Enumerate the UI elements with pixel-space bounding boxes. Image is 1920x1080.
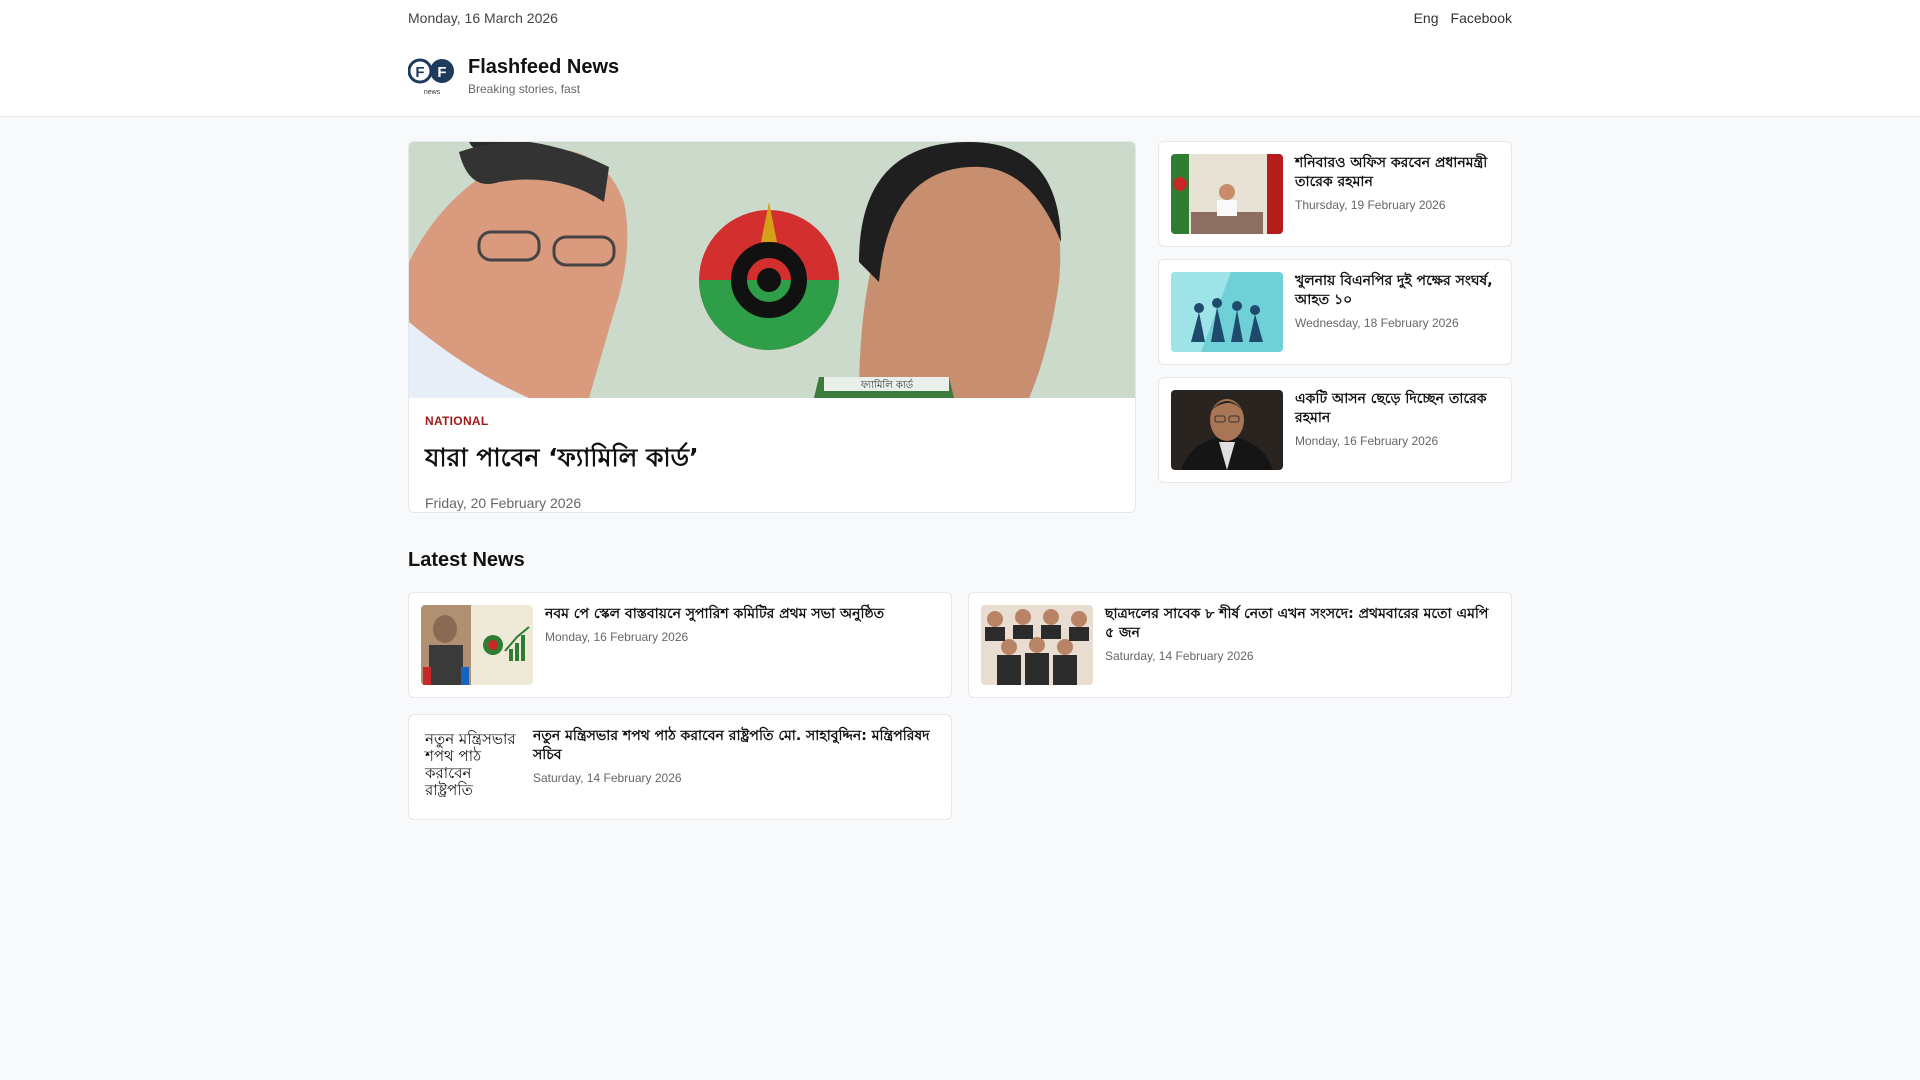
top-bar: Monday, 16 March 2026 Eng Facebook — [408, 0, 1512, 36]
story-thumbnail[interactable] — [1171, 272, 1283, 352]
svg-text:F: F — [415, 64, 424, 81]
site-tagline: Breaking stories, fast — [468, 82, 581, 96]
story-title[interactable]: একটি আসন ছেড়ে দিচ্ছেন তারেক রহমান — [1295, 390, 1499, 428]
top-links: Eng Facebook — [1414, 10, 1512, 26]
story-thumbnail[interactable] — [1171, 154, 1283, 234]
site-logo[interactable]: F F news — [408, 56, 456, 96]
hero-category[interactable]: NATIONAL — [425, 414, 1119, 428]
story-title[interactable]: নবম পে স্কেল বাস্তবায়নে সুপারিশ কমিটির … — [545, 605, 884, 624]
svg-text:ফ্যামিলি কার্ড: ফ্যামিলি কার্ড — [860, 379, 914, 391]
latest-news-heading: Latest News — [408, 549, 525, 571]
facebook-link[interactable]: Facebook — [1451, 10, 1512, 26]
story-title[interactable]: নতুন মন্ত্রিসভার শপথ পাঠ করাবেন রাষ্ট্রপ… — [533, 727, 939, 765]
site-name[interactable]: Flashfeed News — [468, 56, 619, 79]
story-date: Saturday, 14 February 2026 — [1105, 649, 1254, 663]
story-thumbnail[interactable] — [1171, 390, 1283, 470]
svg-text:news: news — [424, 89, 441, 96]
hero-date: Friday, 20 February 2026 — [425, 495, 582, 511]
story-date: Monday, 16 February 2026 — [1295, 434, 1439, 448]
list-item[interactable]: নবম পে স্কেল বাস্তবায়নে সুপারিশ কমিটির … — [408, 592, 952, 698]
hero-image[interactable]: ফ্যামিলি কার্ড — [409, 142, 1135, 398]
story-date: Wednesday, 18 February 2026 — [1295, 316, 1459, 330]
svg-text:F: F — [437, 64, 446, 81]
story-date: Thursday, 19 February 2026 — [1295, 198, 1446, 212]
side-story[interactable]: একটি আসন ছেড়ে দিচ্ছেন তারেক রহমান Monda… — [1158, 377, 1512, 483]
story-thumbnail-text[interactable]: নতুন মন্ত্রিসভার শপথ পাঠ করাবেন রাষ্ট্রপ… — [421, 727, 521, 807]
story-title[interactable]: ছাত্রদলের সাবেক ৮ শীর্ষ নেতা এখন সংসদে: … — [1105, 605, 1499, 643]
language-link[interactable]: Eng — [1414, 10, 1439, 26]
current-date: Monday, 16 March 2026 — [408, 10, 558, 26]
hero-title[interactable]: যারা পাবেন ‘ফ্যামিলি কার্ড’ — [425, 438, 1119, 481]
list-item[interactable]: ছাত্রদলের সাবেক ৮ শীর্ষ নেতা এখন সংসদে: … — [968, 592, 1512, 698]
story-title[interactable]: খুলনায় বিএনপির দুই পক্ষের সংঘর্ষ, আহত ১… — [1295, 272, 1499, 310]
story-date: Monday, 16 February 2026 — [545, 630, 689, 644]
site-header: Monday, 16 March 2026 Eng Facebook F F n… — [0, 0, 1920, 117]
side-story[interactable]: খুলনায় বিএনপির দুই পক্ষের সংঘর্ষ, আহত ১… — [1158, 259, 1512, 365]
story-thumbnail[interactable] — [421, 605, 533, 685]
story-date: Saturday, 14 February 2026 — [533, 771, 682, 785]
story-thumbnail[interactable] — [981, 605, 1093, 685]
story-title[interactable]: শনিবারও অফিস করবেন প্রধানমন্ত্রী তারেক র… — [1295, 154, 1499, 192]
list-item[interactable]: নতুন মন্ত্রিসভার শপথ পাঠ করাবেন রাষ্ট্রপ… — [408, 714, 952, 820]
hero-story[interactable]: ফ্যামিলি কার্ড NATIONAL যারা পাবেন ‘ফ্যা… — [408, 141, 1136, 513]
brand[interactable]: F F news Flashfeed News Breaking stories… — [408, 56, 1512, 96]
side-story[interactable]: শনিবারও অফিস করবেন প্রধানমন্ত্রী তারেক র… — [1158, 141, 1512, 247]
latest-news-list: নবম পে স্কেল বাস্তবায়নে সুপারিশ কমিটির … — [408, 592, 1512, 820]
side-stories: শনিবারও অফিস করবেন প্রধানমন্ত্রী তারেক র… — [1158, 141, 1512, 513]
main-content: ফ্যামিলি কার্ড NATIONAL যারা পাবেন ‘ফ্যা… — [408, 141, 1512, 820]
